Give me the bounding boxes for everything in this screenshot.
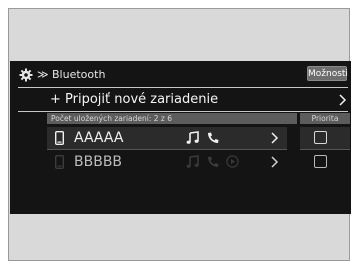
add-device-label: + Pripojiť nové zariadenie — [50, 92, 219, 107]
device-row-bbbbb[interactable]: BBBBB — [10, 151, 351, 173]
priority-header: Priorita — [300, 113, 350, 124]
divider — [300, 149, 350, 150]
divider — [47, 149, 287, 150]
phone-call-icon — [208, 156, 219, 167]
divider — [18, 111, 348, 112]
saved-devices-count: Počet uložených zariadení: 2 z 6 — [47, 113, 297, 124]
header-bar: ≫ Bluetooth Možnosti — [10, 65, 351, 85]
phone-call-icon — [208, 132, 219, 143]
options-button[interactable]: Možnosti — [307, 66, 348, 81]
chevron-right-icon — [339, 94, 347, 106]
device-row-aaaaa[interactable]: AAAAA — [10, 127, 351, 149]
phone-icon — [55, 131, 64, 145]
priority-checkbox[interactable] — [314, 155, 327, 168]
gear-icon — [19, 68, 33, 82]
chevron-right-icon — [271, 156, 279, 168]
bluetooth-screen: ≫ Bluetooth Možnosti + Pripojiť nové zar… — [10, 61, 351, 214]
music-note-icon — [186, 155, 199, 168]
add-device-button[interactable]: + Pripojiť nové zariadenie — [10, 89, 351, 111]
chevron-right-icon — [271, 132, 279, 144]
page-title: ≫ Bluetooth — [37, 68, 106, 81]
play-circle-icon — [226, 155, 239, 168]
divider — [18, 87, 348, 88]
music-note-icon — [186, 131, 199, 144]
priority-checkbox[interactable] — [314, 131, 327, 144]
device-name: BBBBB — [74, 154, 123, 170]
device-name: AAAAA — [74, 130, 124, 146]
phone-icon — [55, 155, 64, 169]
